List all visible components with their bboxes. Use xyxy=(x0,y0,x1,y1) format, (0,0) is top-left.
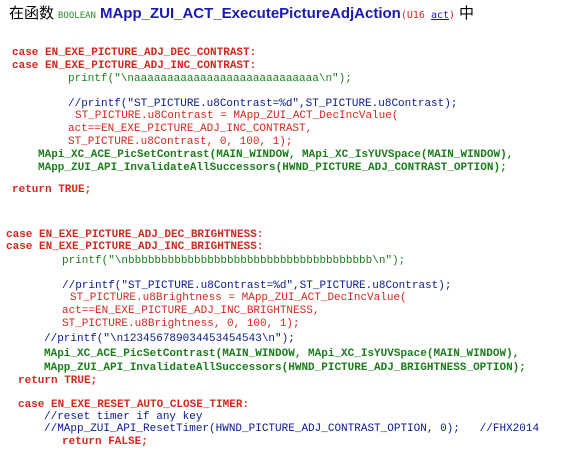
title-prefix: 在函数 xyxy=(9,4,55,22)
code-line: ST_PICTURE.u8Contrast = MApp_ZUI_ACT_Dec… xyxy=(75,110,399,122)
code-line: MApp_ZUI_API_InvalidateAllSuccessors(HWN… xyxy=(38,162,507,174)
code-line: //reset timer if any key xyxy=(44,411,203,423)
code-line: case EN_EXE_PICTURE_ADJ_DEC_CONTRAST: xyxy=(12,47,257,59)
code-line: return TRUE; xyxy=(12,184,92,196)
code-line: ST_PICTURE.u8Brightness = MApp_ZUI_ACT_D… xyxy=(70,292,407,304)
title-suffix: 中 xyxy=(459,4,475,22)
code-line: printf("\nbbbbbbbbbbbbbbbbbbbbbbbbbbbbbb… xyxy=(62,255,406,267)
code-line: case EN_EXE_PICTURE_ADJ_DEC_BRIGHTNESS: xyxy=(6,229,264,241)
code-line: case EN_EXE_PICTURE_ADJ_INC_CONTRAST: xyxy=(12,60,257,72)
title-return-type: BOOLEAN xyxy=(58,11,96,21)
title-arg-name: act xyxy=(430,10,450,21)
code-line: //printf("ST_PICTURE.u8Contrast=%d",ST_P… xyxy=(62,280,452,292)
code-line: MApi_XC_ACE_PicSetContrast(MAIN_WINDOW, … xyxy=(44,348,520,360)
code-line: ST_PICTURE.u8Contrast, 0, 100, 1); xyxy=(68,136,293,148)
code-line: //MApp_ZUI_API_ResetTimer(HWND_PICTURE_A… xyxy=(44,423,540,435)
code-line: ST_PICTURE.u8Brightness, 0, 100, 1); xyxy=(62,318,300,330)
title-function-name: MApp_ZUI_ACT_ExecutePictureAdjAction xyxy=(99,5,401,22)
page-title: 在函数 BOOLEAN MApp_ZUI_ACT_ExecutePictureA… xyxy=(9,2,474,24)
code-line: //printf("\n123456789034453454543\n"); xyxy=(44,333,295,345)
code-line: case EN_EXE_PICTURE_ADJ_INC_BRIGHTNESS: xyxy=(6,241,264,253)
title-args: (U16 act) xyxy=(400,10,456,21)
code-line: printf("\naaaaaaaaaaaaaaaaaaaaaaaaaaaa\n… xyxy=(68,73,352,85)
code-line: act==EN_EXE_PICTURE_ADJ_INC_CONTRAST, xyxy=(68,123,313,135)
code-line: //printf("ST_PICTURE.u8Contrast=%d",ST_P… xyxy=(68,98,458,110)
code-line: MApi_XC_ACE_PicSetContrast(MAIN_WINDOW, … xyxy=(38,149,514,161)
code-line: case EN_EXE_RESET_AUTO_CLOSE_TIMER: xyxy=(18,399,250,411)
code-line: MApp_ZUI_API_InvalidateAllSuccessors(HWN… xyxy=(44,362,526,374)
code-line: return FALSE; xyxy=(62,436,148,448)
code-line: return TRUE; xyxy=(18,375,98,387)
code-line: act==EN_EXE_PICTURE_ADJ_INC_BRIGHTNESS, xyxy=(62,305,320,317)
